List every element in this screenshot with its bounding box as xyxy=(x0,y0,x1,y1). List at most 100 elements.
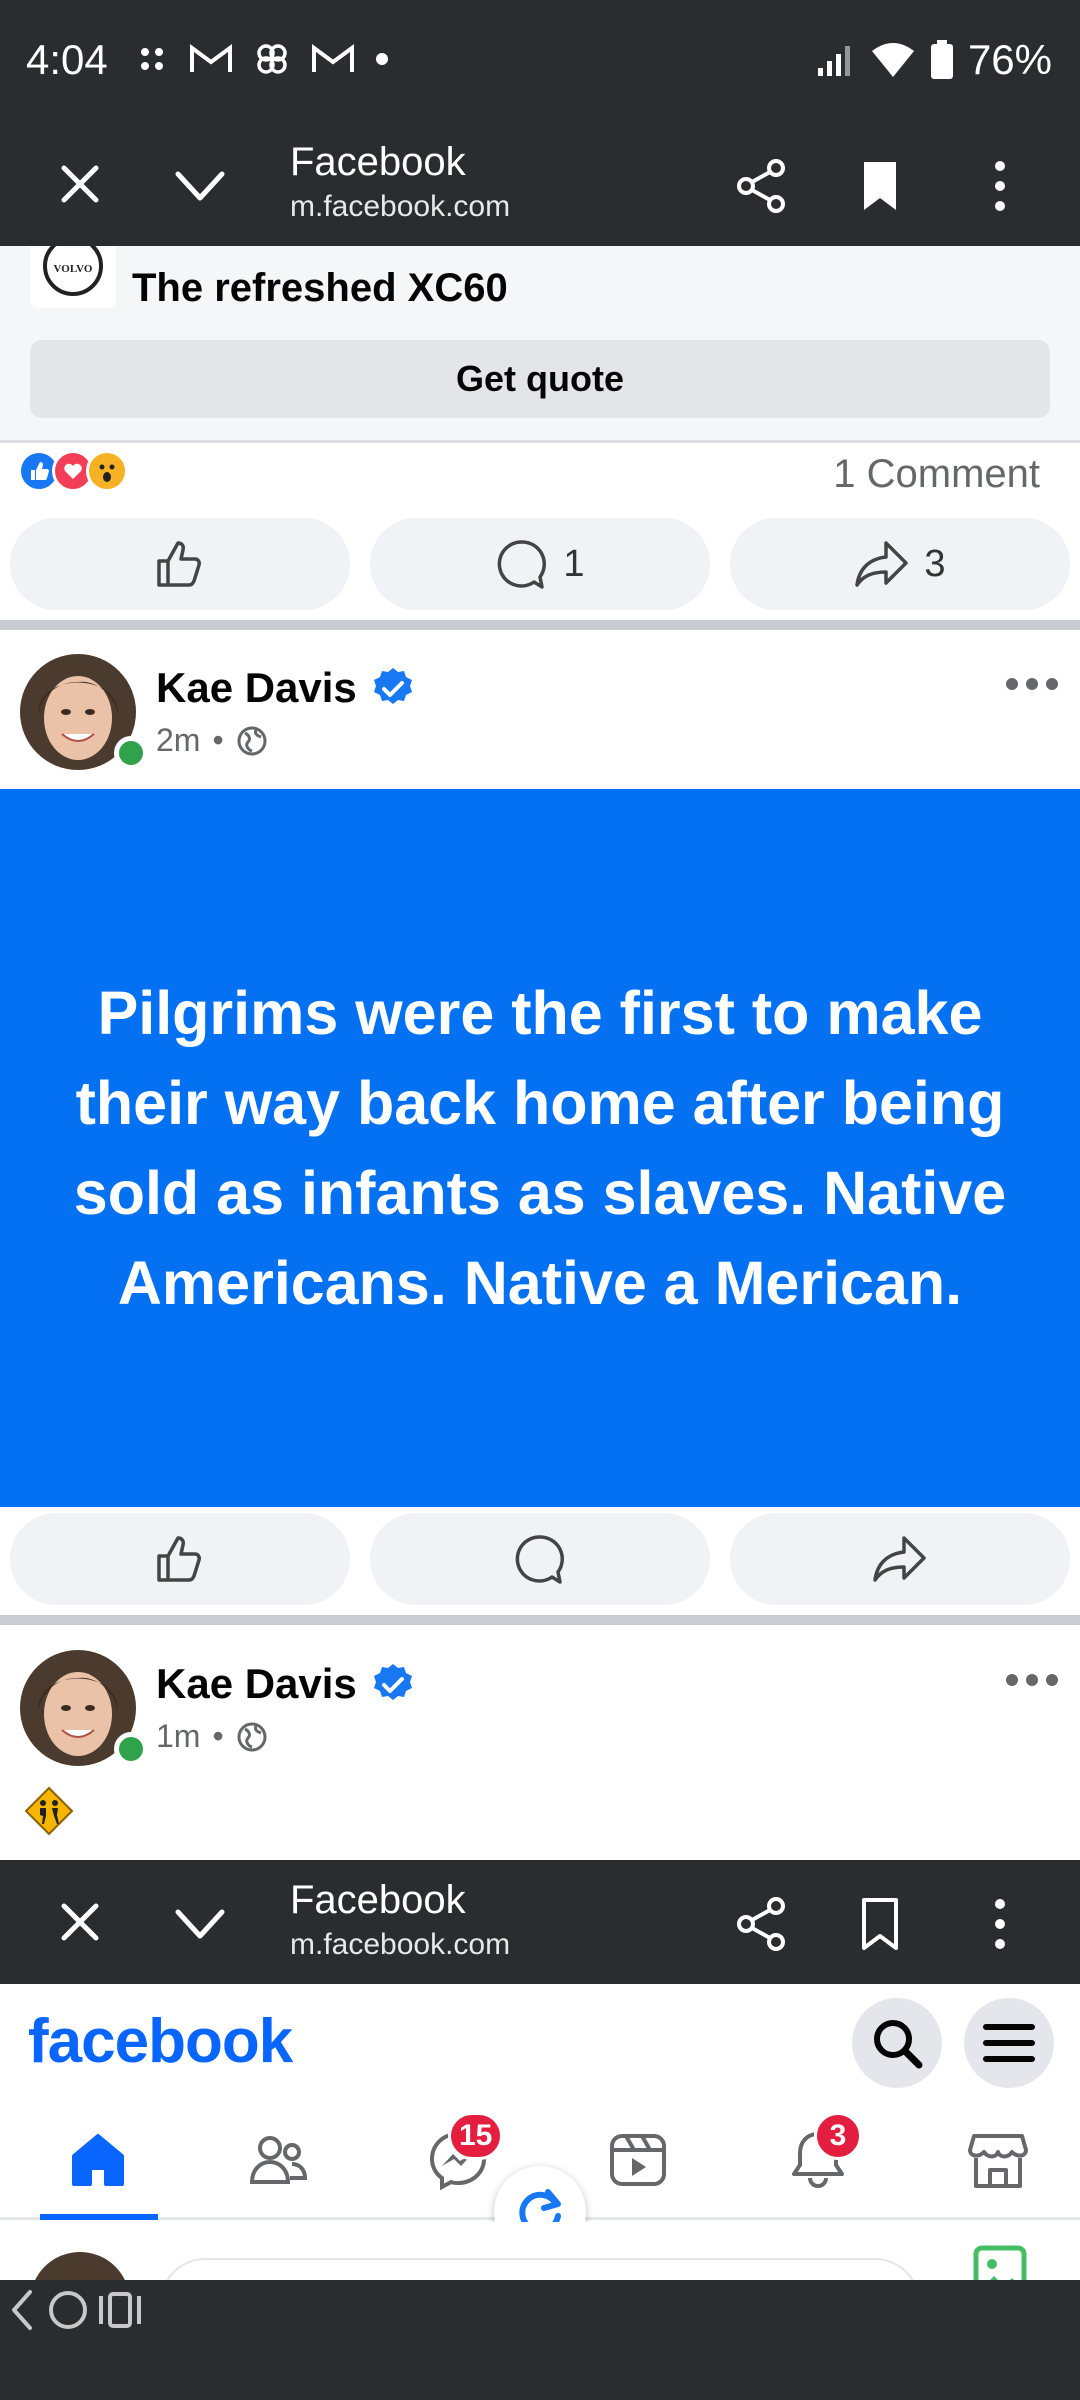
search-button[interactable] xyxy=(852,1998,942,2088)
post-action-bar: 1 3 xyxy=(10,518,1070,610)
wifi-icon xyxy=(871,43,914,77)
browser-title: Facebook xyxy=(290,1878,466,1922)
thumbs-up-icon xyxy=(157,1536,201,1582)
ad-headline[interactable]: The refreshed XC60 xyxy=(132,266,508,311)
bookmark-button[interactable] xyxy=(860,160,900,212)
post-author-name[interactable]: Kae Davis xyxy=(156,1660,357,1708)
post-meta: 2m • xyxy=(156,722,268,759)
recent-apps-button[interactable] xyxy=(97,2280,143,2340)
search-icon xyxy=(874,2020,923,2069)
post-meta: 1m • xyxy=(156,1718,268,1755)
post-separator xyxy=(0,1615,1080,1625)
avatar[interactable] xyxy=(30,2252,130,2280)
globe-icon xyxy=(237,1722,267,1751)
slack-icon xyxy=(141,48,163,70)
composer-peek xyxy=(0,2222,1080,2280)
minimize-chevron-button[interactable] xyxy=(172,1904,228,1944)
post-more-options-button[interactable] xyxy=(1004,1672,1060,1688)
facebook-logo[interactable]: facebook xyxy=(28,2006,293,2077)
children-crossing-emoji-icon xyxy=(24,1786,74,1836)
meta-separator: • xyxy=(212,1718,224,1754)
close-tab-button[interactable] xyxy=(56,1898,104,1946)
share-post-button[interactable]: 3 xyxy=(730,518,1070,610)
meta-separator: • xyxy=(212,722,224,758)
video-icon xyxy=(610,2134,666,2186)
notification-icons xyxy=(135,40,389,78)
menu-button[interactable] xyxy=(964,1998,1054,2088)
messages-badge: 15 xyxy=(448,2112,504,2160)
post-header: Kae Davis 1m • xyxy=(0,1636,1080,1786)
active-tab-indicator xyxy=(40,2214,158,2220)
battery-percent: 76% xyxy=(967,36,1052,83)
post-more-options-button[interactable] xyxy=(1004,676,1060,692)
post-action-bar xyxy=(10,1513,1070,1605)
close-tab-button[interactable] xyxy=(56,160,104,208)
tab-marketplace[interactable] xyxy=(958,2120,1038,2200)
back-button[interactable] xyxy=(0,2280,40,2340)
share-post-button[interactable] xyxy=(730,1513,1070,1605)
verified-badge-icon xyxy=(374,1664,412,1700)
clock: 4:04 xyxy=(26,36,108,83)
status-bar: 4:04 76% xyxy=(0,0,1080,122)
friends-icon xyxy=(249,2136,308,2184)
marketplace-icon xyxy=(968,2134,1028,2188)
volvo-logo-text: VOLVO xyxy=(54,263,93,275)
post-header: Kae Davis 2m • xyxy=(0,640,1080,790)
notifications-badge: 3 xyxy=(814,2112,862,2160)
wow-reaction-icon xyxy=(86,450,128,492)
gmail-icon xyxy=(312,44,354,72)
globe-icon xyxy=(237,726,267,755)
tab-notifications[interactable]: 3 xyxy=(778,2112,862,2200)
volvo-logo: VOLVO xyxy=(30,236,116,308)
bookmark-button[interactable] xyxy=(860,1898,900,1950)
online-status-dot xyxy=(114,1732,148,1766)
share-button[interactable] xyxy=(734,1896,790,1952)
more-notifications-dot-icon xyxy=(376,53,388,65)
more-options-button[interactable] xyxy=(990,1896,1010,1952)
reaction-summary[interactable] xyxy=(18,450,128,494)
post-time[interactable]: 1m xyxy=(156,1718,200,1755)
comment-button[interactable] xyxy=(370,1513,710,1605)
home-icon xyxy=(72,2134,124,2186)
system-navigation-bar xyxy=(0,2280,1080,2400)
share-button[interactable] xyxy=(734,158,790,214)
signal-icon xyxy=(817,46,850,76)
comment-bubble-icon xyxy=(498,540,547,589)
battery-icon xyxy=(930,40,953,79)
verified-badge-icon xyxy=(374,668,412,704)
post-author-name[interactable]: Kae Davis xyxy=(156,664,357,712)
divider xyxy=(0,440,1080,443)
gmail-icon xyxy=(190,44,232,72)
browser-title: Facebook xyxy=(290,140,466,184)
post-text: Pilgrims were the first to make their wa… xyxy=(73,979,1007,1317)
browser-url[interactable]: m.facebook.com xyxy=(290,190,510,224)
sponsored-ad-card: VOLVO The refreshed XC60 Get quote xyxy=(0,236,1080,442)
tab-watch[interactable] xyxy=(598,2120,678,2200)
tab-friends[interactable] xyxy=(238,2120,318,2200)
comment-count: 1 xyxy=(563,542,585,585)
photo-icon[interactable] xyxy=(972,2244,1028,2280)
hamburger-menu-icon xyxy=(983,2024,1035,2062)
online-status-dot xyxy=(114,736,148,770)
composer-input[interactable] xyxy=(160,2258,920,2280)
share-arrow-icon xyxy=(873,1536,926,1582)
browser-toolbar: Facebook m.facebook.com xyxy=(0,122,1080,246)
more-options-button[interactable] xyxy=(990,158,1010,214)
share-arrow-icon xyxy=(855,541,909,587)
pinwheel-icon xyxy=(257,44,287,74)
minimize-chevron-button[interactable] xyxy=(172,166,228,206)
tab-messenger[interactable]: 15 xyxy=(418,2112,504,2200)
facebook-header: facebook xyxy=(0,1988,1080,2100)
tab-home[interactable] xyxy=(58,2120,138,2200)
home-button[interactable] xyxy=(44,2280,92,2340)
browser-url[interactable]: m.facebook.com xyxy=(290,1928,510,1962)
comment-button[interactable]: 1 xyxy=(370,518,710,610)
post-time[interactable]: 2m xyxy=(156,722,200,759)
like-button[interactable] xyxy=(10,1513,350,1605)
get-quote-button[interactable]: Get quote xyxy=(30,340,1050,418)
thumbs-up-icon xyxy=(157,541,201,587)
comment-count-link[interactable]: 1 Comment xyxy=(833,452,1040,497)
colored-text-post[interactable]: Pilgrims were the first to make their wa… xyxy=(0,789,1080,1507)
post-separator xyxy=(0,620,1080,630)
like-button[interactable] xyxy=(10,518,350,610)
